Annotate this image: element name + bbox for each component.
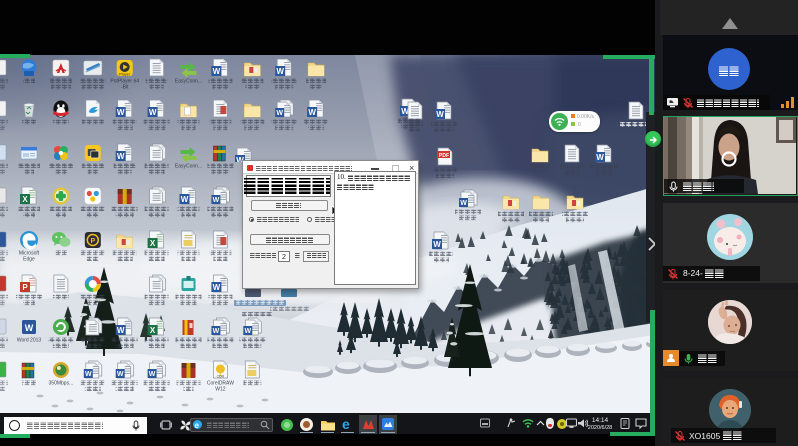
svg-text:350Mbps...: 350Mbps... xyxy=(49,381,74,387)
svg-text:W: W xyxy=(213,67,221,76)
svg-text:-Bit: -Bit xyxy=(121,85,129,91)
svg-text:EasyConn...: EasyConn... xyxy=(175,164,202,170)
svg-text:W: W xyxy=(149,371,156,378)
svg-text:X: X xyxy=(22,195,28,204)
svg-text:X: X xyxy=(150,326,156,335)
svg-text:W: W xyxy=(596,153,604,162)
svg-text:Edge: Edge xyxy=(23,257,35,263)
svg-text:W: W xyxy=(85,371,92,378)
svg-text:W: W xyxy=(181,195,189,204)
svg-text:W: W xyxy=(117,371,124,378)
svg-text:W: W xyxy=(149,108,157,117)
svg-text:W: W xyxy=(25,323,34,333)
svg-text:P: P xyxy=(90,238,95,245)
svg-text:W: W xyxy=(276,67,284,76)
svg-text:W: W xyxy=(433,240,441,249)
svg-text:W: W xyxy=(117,108,125,117)
svg-text:X: X xyxy=(150,239,156,248)
svg-text:P: P xyxy=(22,283,28,292)
svg-text:W: W xyxy=(308,108,316,117)
svg-text:Player: Player xyxy=(119,72,131,77)
svg-text:Word 2013: Word 2013 xyxy=(17,338,42,344)
svg-text:EasyConn...: EasyConn... xyxy=(175,79,202,85)
svg-text:W: W xyxy=(213,328,220,335)
svg-text:W: W xyxy=(117,326,125,335)
svg-text:W: W xyxy=(276,110,283,117)
svg-text:W: W xyxy=(244,328,251,335)
svg-text:PDF: PDF xyxy=(439,153,449,159)
svg-text:W12: W12 xyxy=(215,387,226,393)
svg-text:W: W xyxy=(213,283,221,292)
svg-text:W: W xyxy=(436,110,444,119)
svg-text:W: W xyxy=(117,152,125,161)
svg-text:CDR: CDR xyxy=(217,375,225,379)
svg-text:W: W xyxy=(213,197,220,204)
svg-text:W: W xyxy=(460,200,467,207)
